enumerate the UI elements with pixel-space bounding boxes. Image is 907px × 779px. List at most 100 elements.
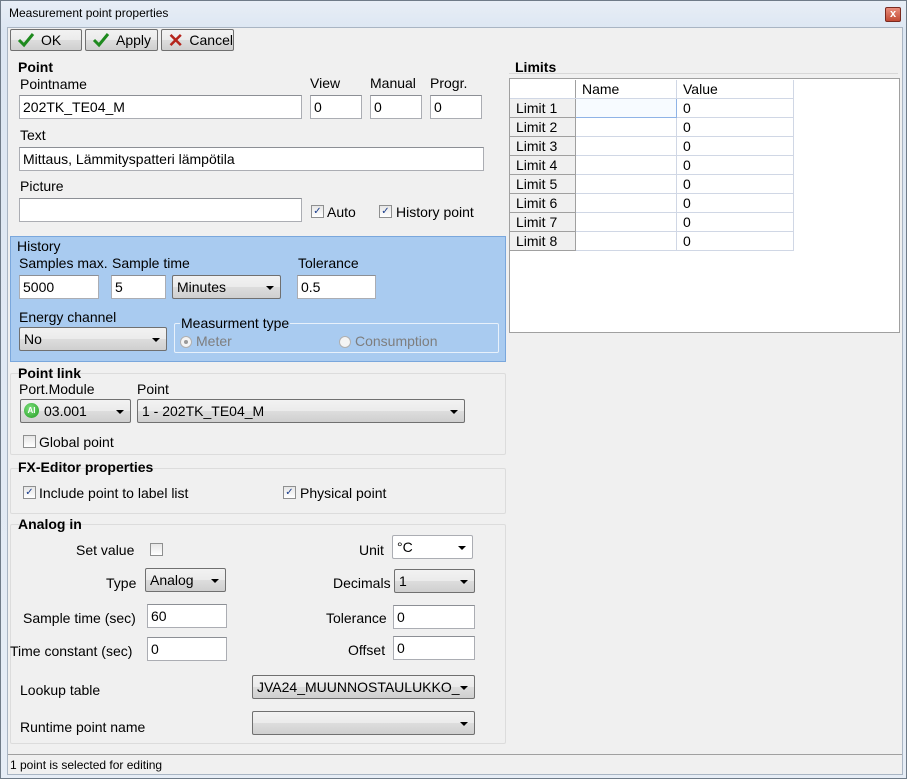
decimals-select[interactable]: 1 (394, 569, 475, 593)
progr-label: Progr. (430, 75, 468, 91)
limit-row-label: Limit 6 (510, 193, 576, 213)
limits-column-header[interactable]: Value (676, 80, 794, 99)
limit-name-cell[interactable] (575, 155, 677, 175)
unit-value: °C (397, 539, 413, 555)
table-row[interactable]: Limit 8 0 (510, 231, 794, 251)
energy-channel-select[interactable]: No (19, 327, 167, 351)
point-link-point-label: Point (137, 381, 169, 397)
set-value-checkbox[interactable] (150, 543, 163, 556)
limit-name-cell[interactable] (575, 231, 677, 251)
history-tolerance-label: Tolerance (298, 255, 359, 271)
limit-value-cell[interactable]: 0 (676, 231, 794, 251)
text-field[interactable]: Mittaus, Lämmityspatteri lämpötila (19, 147, 484, 171)
meter-radio[interactable] (180, 336, 192, 348)
consumption-label: Consumption (355, 333, 438, 349)
limit-row-label: Limit 1 (510, 98, 576, 118)
global-point-label: Global point (39, 434, 114, 450)
text-label: Text (20, 127, 46, 143)
port-module-select[interactable]: AI 03.001 (20, 399, 131, 423)
type-value: Analog (150, 572, 194, 588)
limit-name-cell[interactable] (575, 174, 677, 194)
offset-field[interactable]: 0 (393, 636, 475, 660)
checkmark-icon (17, 33, 35, 48)
port-module-label: Port.Module (19, 381, 95, 397)
table-row[interactable]: Limit 5 0 (510, 174, 794, 194)
pointname-label: Pointname (20, 76, 87, 92)
limit-row-label: Limit 4 (510, 155, 576, 175)
window-title: Measurement point properties (9, 6, 169, 20)
dialog-window: Measurement point properties x OK Apply … (0, 0, 907, 779)
energy-channel-value: No (24, 331, 42, 347)
limit-value-cell[interactable]: 0 (676, 193, 794, 213)
limits-column-header[interactable]: Name (575, 80, 677, 99)
sample-time-field[interactable]: 5 (111, 275, 166, 299)
view-field[interactable]: 0 (310, 95, 362, 119)
sample-time-unit-value: Minutes (177, 279, 227, 295)
apply-button[interactable]: Apply (85, 29, 158, 51)
limit-name-cell[interactable] (575, 136, 677, 156)
chevron-down-icon (460, 580, 468, 584)
analog-in-section-title: Analog in (18, 516, 82, 532)
table-row[interactable]: Limit 6 0 (510, 193, 794, 213)
limit-value-cell[interactable]: 0 (676, 98, 794, 118)
history-tolerance-field[interactable]: 0.5 (297, 275, 376, 299)
pointname-field[interactable]: 202TK_TE04_M (19, 95, 302, 119)
limit-value-cell[interactable]: 0 (676, 136, 794, 156)
type-select[interactable]: Analog (145, 568, 226, 592)
limits-header-row: Name Value (510, 80, 794, 99)
limit-value-cell[interactable]: 0 (676, 174, 794, 194)
table-row[interactable]: Limit 2 0 (510, 117, 794, 137)
point-link-point-select[interactable]: 1 - 202TK_TE04_M (137, 399, 465, 423)
table-row[interactable]: Limit 1 0 (510, 98, 794, 118)
consumption-radio[interactable] (339, 336, 351, 348)
unit-label: Unit (359, 542, 384, 558)
sample-time-unit-select[interactable]: Minutes (172, 275, 281, 299)
type-label: Type (106, 575, 137, 591)
global-point-checkbox[interactable] (23, 435, 36, 448)
chevron-down-icon (450, 410, 458, 414)
history-point-checkbox[interactable]: ✓ (379, 205, 392, 218)
chevron-down-icon (266, 286, 274, 290)
offset-label: Offset (348, 642, 386, 658)
include-label-list-label: Include point to label list (39, 485, 189, 501)
limit-name-cell[interactable] (575, 193, 677, 213)
samples-max-field[interactable]: 5000 (19, 275, 99, 299)
limit-value-cell[interactable]: 0 (676, 117, 794, 137)
history-section-title: History (17, 238, 61, 254)
include-label-list-checkbox[interactable]: ✓ (23, 486, 36, 499)
picture-field[interactable] (19, 198, 302, 222)
limit-name-cell[interactable] (575, 117, 677, 137)
limit-value-cell[interactable]: 0 (676, 212, 794, 232)
limit-name-cell[interactable] (575, 212, 677, 232)
chevron-down-icon (458, 546, 466, 550)
energy-channel-label: Energy channel (19, 309, 117, 325)
time-constant-label: Time constant (sec) (10, 643, 133, 659)
cancel-button[interactable]: Cancel (161, 29, 234, 51)
point-link-section-title: Point link (18, 365, 81, 381)
limit-row-label: Limit 2 (510, 117, 576, 137)
close-button[interactable]: x (885, 7, 901, 22)
status-text: 1 point is selected for editing (10, 758, 163, 772)
table-row[interactable]: Limit 3 0 (510, 136, 794, 156)
limit-value-cell[interactable]: 0 (676, 155, 794, 175)
unit-select[interactable]: °C (392, 535, 473, 559)
set-value-label: Set value (76, 542, 135, 558)
ai-sample-time-field[interactable]: 60 (147, 604, 227, 628)
close-icon: x (889, 8, 897, 20)
lookup-table-label: Lookup table (20, 682, 101, 698)
time-constant-field[interactable]: 0 (147, 637, 227, 661)
table-row[interactable]: Limit 4 0 (510, 155, 794, 175)
lookup-table-select[interactable]: JVA24_MUUNNOSTAULUKKO_ (252, 675, 475, 699)
chevron-down-icon (116, 410, 124, 414)
runtime-point-name-select[interactable] (252, 711, 475, 735)
table-row[interactable]: Limit 7 0 (510, 212, 794, 232)
manual-field[interactable]: 0 (370, 95, 422, 119)
ai-tolerance-field[interactable]: 0 (393, 605, 475, 629)
limits-table: Name Value Limit 1 0 Limit 2 0 Limit 3 0… (510, 80, 794, 251)
progr-field[interactable]: 0 (430, 95, 482, 119)
auto-checkbox[interactable]: ✓ (311, 205, 324, 218)
ok-button[interactable]: OK (10, 29, 82, 51)
title-bar[interactable]: Measurement point properties x (1, 1, 906, 27)
limit-name-cell[interactable] (575, 98, 677, 118)
physical-point-checkbox[interactable]: ✓ (283, 486, 296, 499)
